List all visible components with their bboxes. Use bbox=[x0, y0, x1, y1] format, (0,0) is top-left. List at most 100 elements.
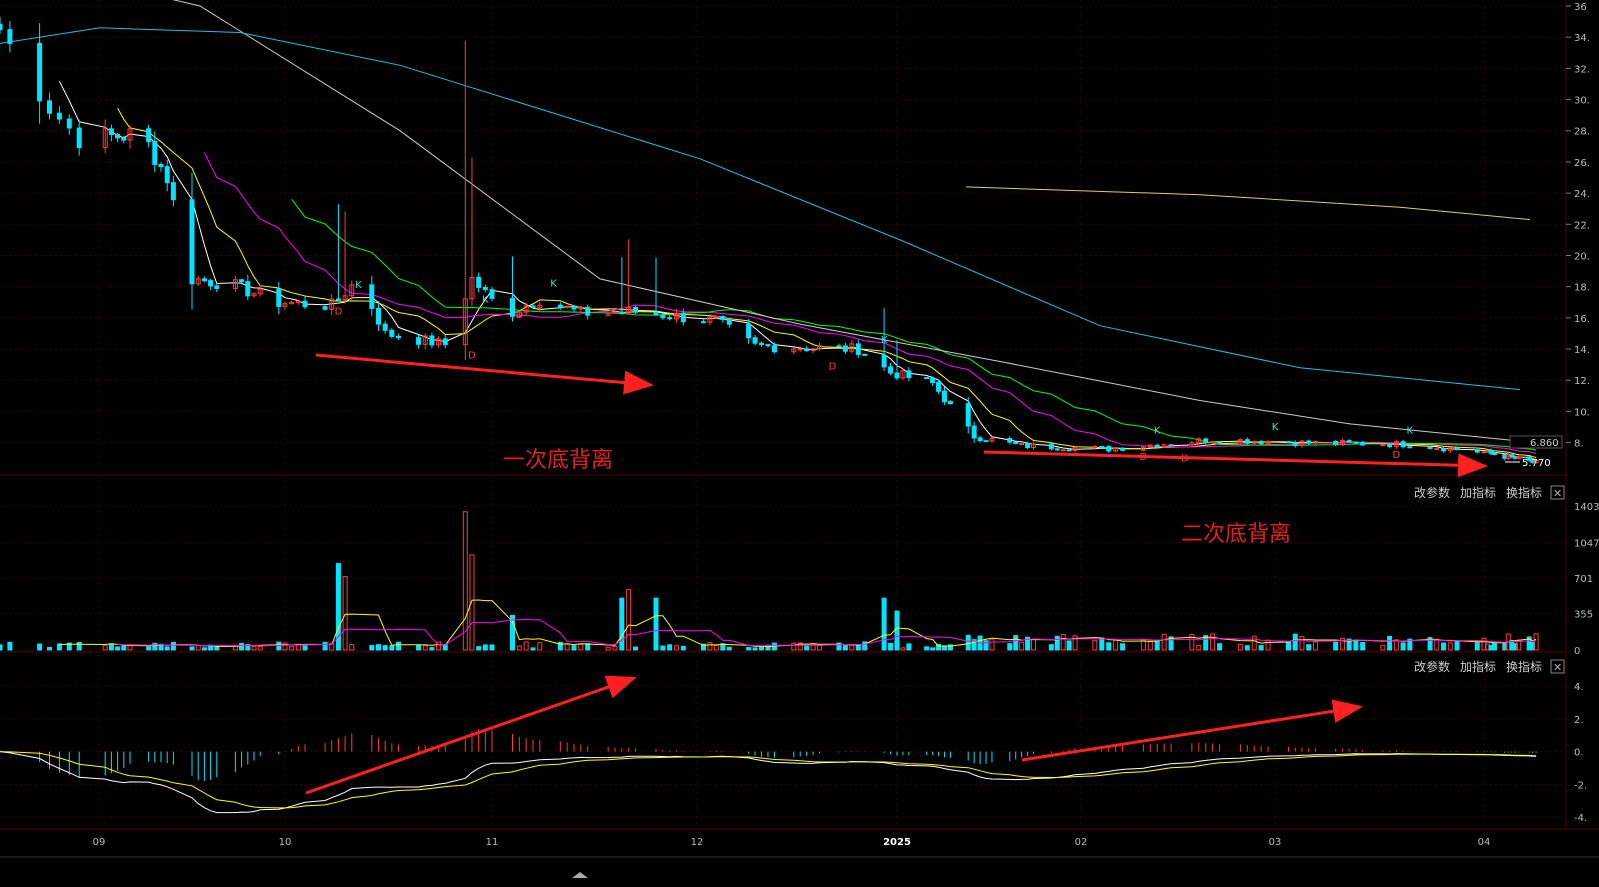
price-tick-label: 18. bbox=[1574, 283, 1590, 294]
volume-bar bbox=[322, 641, 328, 651]
volume-bar bbox=[855, 644, 861, 651]
volume-bar bbox=[201, 647, 207, 651]
volume-bar bbox=[791, 642, 797, 651]
volume-tick-label: 1403 bbox=[1574, 502, 1599, 513]
buy-sell-marker: K bbox=[881, 335, 888, 346]
volume-bar bbox=[1353, 639, 1359, 651]
volume-bar bbox=[810, 643, 816, 651]
volume-bar bbox=[1120, 643, 1126, 651]
volume-bar bbox=[924, 646, 930, 651]
volume-bar bbox=[257, 646, 263, 651]
candle-body bbox=[375, 307, 381, 325]
candle-body bbox=[720, 316, 726, 320]
candle-body bbox=[759, 342, 765, 346]
volume-bar bbox=[941, 645, 947, 651]
volume-bar bbox=[349, 644, 355, 651]
candle-body bbox=[571, 305, 577, 310]
volume-bar bbox=[1306, 644, 1312, 651]
candle-body bbox=[881, 354, 887, 368]
volume-bar bbox=[489, 644, 495, 651]
volume-edit-params-button[interactable]: 改参数 bbox=[1414, 485, 1450, 500]
volume-bar bbox=[619, 597, 625, 651]
candle-body bbox=[612, 311, 618, 314]
buy-sell-marker: D bbox=[829, 361, 837, 372]
volume-bar bbox=[302, 645, 308, 651]
macd-edit-params-button[interactable]: 改参数 bbox=[1414, 659, 1450, 674]
volume-bar bbox=[1380, 644, 1386, 651]
buy-sell-marker: K bbox=[482, 294, 489, 305]
candle-body bbox=[1285, 441, 1291, 444]
volume-y-axis: 1403 1047 701 355 0 bbox=[1574, 502, 1599, 657]
candle-body bbox=[965, 403, 971, 427]
candle-body bbox=[862, 353, 868, 356]
volume-add-indicator-button[interactable]: 加指标 bbox=[1460, 485, 1496, 500]
macd-divergence-arrow-1 bbox=[305, 675, 637, 795]
candle-body bbox=[771, 345, 777, 353]
candle-body bbox=[1491, 452, 1497, 456]
volume-bar bbox=[674, 645, 679, 651]
volume-bar bbox=[416, 644, 422, 651]
volume-bar bbox=[251, 646, 257, 651]
candle-body bbox=[189, 199, 195, 285]
candle-body bbox=[322, 306, 328, 310]
volume-bar bbox=[746, 647, 752, 651]
volume-bar bbox=[1474, 642, 1480, 651]
candle-body bbox=[1292, 442, 1298, 446]
price-tick-label: 30. bbox=[1574, 96, 1590, 107]
candle-body bbox=[245, 281, 251, 297]
volume-bar bbox=[571, 645, 577, 651]
buy-sell-marker: D bbox=[468, 350, 476, 361]
candle-body bbox=[1013, 441, 1019, 445]
volume-close-glyph: ✕ bbox=[1553, 487, 1562, 500]
candle-body bbox=[1474, 449, 1480, 453]
date-tick-label: 10 bbox=[279, 837, 292, 848]
macd-add-indicator-button[interactable]: 加指标 bbox=[1460, 659, 1496, 674]
candle-body bbox=[1217, 441, 1223, 444]
candle-body bbox=[66, 118, 72, 129]
candle-body bbox=[1434, 448, 1440, 451]
buy-sell-marker: K bbox=[550, 279, 557, 290]
candle-body bbox=[429, 335, 435, 346]
volume-bar bbox=[382, 645, 388, 651]
volume-bar bbox=[1292, 633, 1298, 651]
price-divergence-arrow-2 bbox=[983, 450, 1488, 478]
candle-body bbox=[1060, 449, 1066, 452]
candle-body bbox=[214, 285, 220, 289]
volume-bar bbox=[214, 646, 220, 651]
volume-bar bbox=[680, 645, 686, 651]
candle-body bbox=[1007, 438, 1013, 443]
candle-body bbox=[146, 128, 152, 142]
volume-bar bbox=[476, 646, 482, 651]
volume-switch-indicator-button[interactable]: 换指标 bbox=[1506, 485, 1542, 500]
candle-body bbox=[936, 382, 942, 392]
candle-body bbox=[1168, 444, 1174, 447]
candle-body bbox=[396, 335, 402, 339]
candle-body bbox=[653, 311, 659, 316]
candle-body bbox=[836, 345, 842, 348]
volume-bar bbox=[482, 644, 488, 651]
candle-body bbox=[1048, 443, 1054, 450]
volume-bar bbox=[564, 643, 570, 651]
candle-body bbox=[1400, 441, 1406, 448]
candle-body bbox=[1019, 442, 1025, 445]
candle-body bbox=[164, 166, 170, 184]
volume-ma-lines bbox=[59, 599, 1537, 648]
macd-panel bbox=[0, 728, 1537, 814]
volume-bar bbox=[626, 589, 632, 651]
ma250-line bbox=[965, 186, 1531, 221]
volume-bar bbox=[516, 645, 522, 651]
macd-dif-line bbox=[0, 751, 1537, 814]
volume-bar bbox=[707, 642, 713, 651]
ma60-line bbox=[172, 0, 1521, 442]
candle-body bbox=[276, 288, 282, 307]
candle-body bbox=[115, 134, 121, 139]
volume-bar bbox=[1237, 643, 1243, 651]
candle-body bbox=[201, 278, 207, 282]
macd-switch-indicator-button[interactable]: 换指标 bbox=[1506, 659, 1542, 674]
volume-bar bbox=[667, 644, 673, 651]
price-tick-label: 36 bbox=[1574, 2, 1587, 13]
volume-bar bbox=[108, 643, 114, 651]
volume-bar bbox=[605, 646, 611, 651]
candle-body bbox=[894, 372, 900, 379]
price-tick-label: 14. bbox=[1574, 345, 1590, 356]
